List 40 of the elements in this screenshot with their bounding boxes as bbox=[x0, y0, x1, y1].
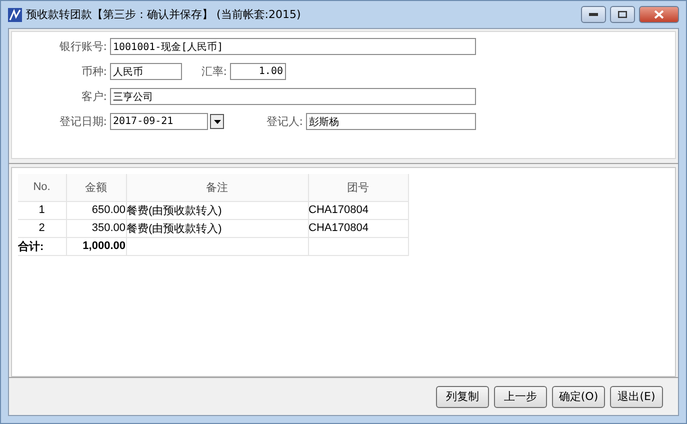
table-cell: 350.00 bbox=[66, 219, 126, 237]
input-field[interactable]: 三亨公司 bbox=[110, 88, 476, 105]
dropdown-button[interactable] bbox=[210, 114, 224, 129]
date-field[interactable]: 2017-09-21 bbox=[110, 113, 208, 130]
field-label: 登记日期: bbox=[58, 114, 108, 129]
column-header: 团号 bbox=[308, 174, 408, 201]
minimize-icon bbox=[589, 13, 598, 16]
column-header: 金额 bbox=[66, 174, 126, 201]
total-label: 合计: bbox=[18, 237, 66, 255]
field-label: 客户: bbox=[80, 89, 108, 104]
input-field[interactable]: 彭斯杨 bbox=[306, 113, 476, 130]
field-label: 银行账号: bbox=[58, 39, 108, 54]
input-field[interactable]: 1001001-现金[人民币] bbox=[110, 38, 476, 55]
total-amount: 1,000.00 bbox=[66, 237, 126, 255]
table-cell: 餐费(由预收款转入) bbox=[126, 219, 308, 237]
window-title: 预收款转团款【第三步：确认并保存】 (当前帐套:2015) bbox=[26, 7, 302, 22]
dialog-button[interactable]: 退出(E) bbox=[610, 386, 663, 408]
maximize-button[interactable] bbox=[610, 6, 635, 23]
minimize-button[interactable] bbox=[581, 6, 606, 23]
input-field[interactable]: 人民币 bbox=[110, 63, 182, 80]
dialog-button[interactable]: 确定(O) bbox=[552, 386, 605, 408]
table-cell: 650.00 bbox=[66, 201, 126, 219]
table-cell: CHA170804 bbox=[308, 201, 408, 219]
table-cell: 1 bbox=[18, 201, 66, 219]
table-cell: CHA170804 bbox=[308, 219, 408, 237]
app-icon bbox=[8, 8, 22, 22]
column-header: 备注 bbox=[126, 174, 308, 201]
table-cell: 餐费(由预收款转入) bbox=[126, 201, 308, 219]
maximize-icon bbox=[618, 11, 627, 18]
field-label: 汇率: bbox=[200, 64, 228, 79]
close-button[interactable] bbox=[639, 6, 679, 23]
table-cell: 2 bbox=[18, 219, 66, 237]
column-header: No. bbox=[18, 174, 66, 201]
dialog-button[interactable]: 上一步 bbox=[494, 386, 547, 408]
input-field[interactable]: 1.00 bbox=[230, 63, 286, 80]
close-icon bbox=[654, 10, 664, 19]
field-label: 登记人: bbox=[265, 114, 304, 129]
dialog-button[interactable]: 列复制 bbox=[436, 386, 489, 408]
caret-icon bbox=[214, 120, 220, 124]
field-label: 币种: bbox=[80, 64, 108, 79]
